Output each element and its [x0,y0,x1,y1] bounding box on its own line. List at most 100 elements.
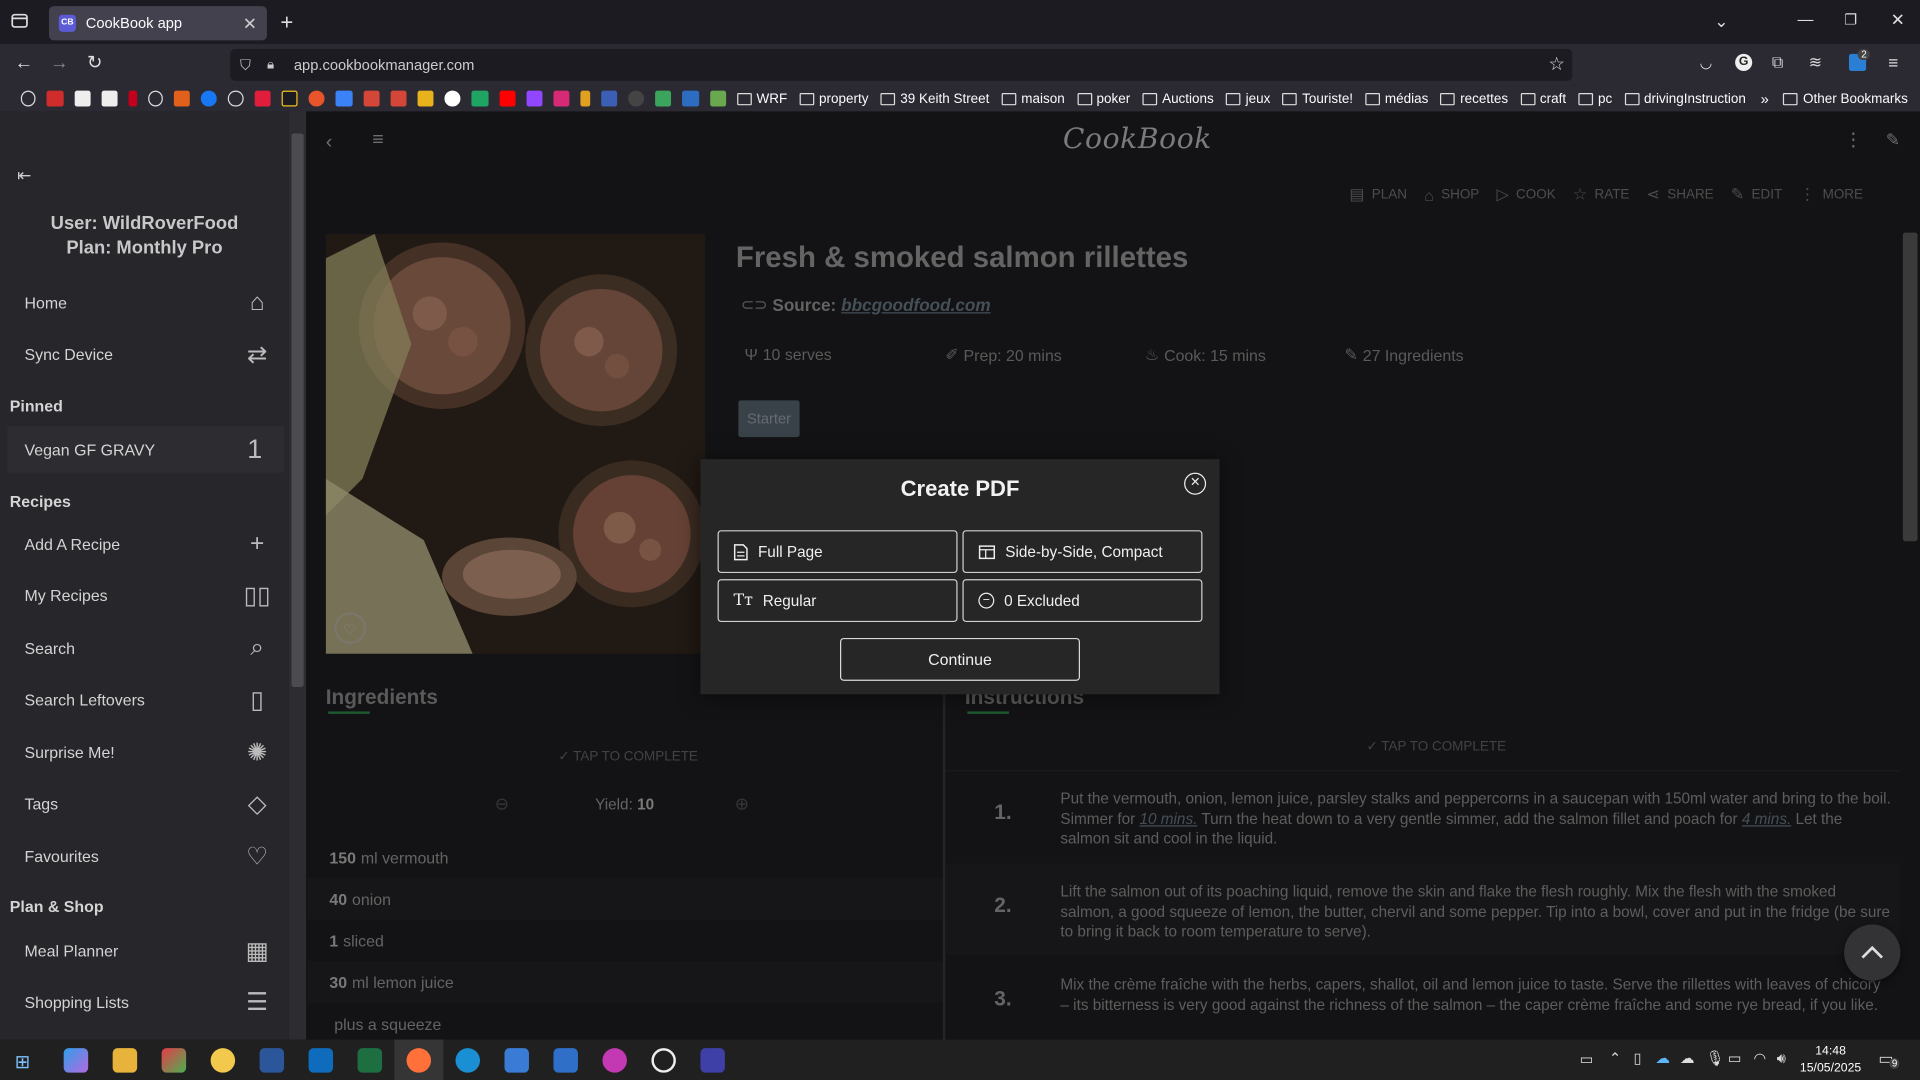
bookmark-folder[interactable]: drivingInstruction [1624,91,1746,106]
bookmark-blue-icon[interactable] [336,90,353,107]
extensions-icon[interactable]: ⧉ [1772,53,1783,73]
restore-icon[interactable]: ❐ [1844,11,1857,28]
bookmark-folder[interactable]: 39 Keith Street [880,91,989,106]
pocket-icon[interactable]: ◡ [1700,54,1713,71]
outlook-icon[interactable] [308,1048,334,1073]
m365-icon[interactable] [161,1048,187,1073]
windows-start-icon[interactable]: ⊞ [15,1051,30,1073]
bookmark-folder[interactable]: recettes [1440,91,1508,106]
window-close-icon[interactable]: ✕ [1891,10,1905,31]
bookmark-folder[interactable]: WRF [736,91,787,106]
bookmark-imdb-icon[interactable] [281,90,298,107]
sidebar-item-add-a-recipe[interactable]: Add A Recipe + [0,520,289,567]
bookmark-folder[interactable]: craft [1520,91,1566,106]
sidebar-scroll-thumb[interactable] [291,133,304,687]
sidebar-item-sync-device[interactable]: Sync Device ⇄ [0,331,289,378]
sidebar-item-favourites[interactable]: Favourites ♡ [0,833,289,880]
tray-folder-icon[interactable]: ▭ [1580,1051,1594,1068]
bookmark-copy-icon[interactable] [709,90,726,107]
page-option-button[interactable]: Full Page [717,530,958,574]
pinned-item-vegan-gf-gravy[interactable]: Vegan GF GRAVY 1 [7,426,285,473]
twitch-icon[interactable] [526,90,543,107]
bookmark-star-icon[interactable]: ☆ [1548,49,1564,81]
new-tab-icon[interactable]: + [280,10,293,36]
battery-icon[interactable]: ▭ [1728,1049,1742,1066]
acrobat-icon[interactable] [46,90,64,107]
google-icon[interactable] [444,90,461,107]
bookmark-bar-chart-icon[interactable] [580,90,590,107]
app-icon[interactable] [700,1048,725,1073]
bookmark-folder[interactable]: Auctions [1142,91,1214,106]
excluded-option-button[interactable]: − 0 Excluded [962,579,1203,623]
wifi-icon[interactable]: ◠ [1753,1049,1766,1066]
back-icon[interactable]: ← [15,53,33,74]
app-menu-icon[interactable]: ≡ [1888,53,1898,73]
bookmark-folder[interactable]: maison [1001,91,1065,106]
google-drive-icon[interactable] [472,90,489,107]
reload-icon[interactable]: ↻ [87,51,102,74]
bookmark-folder[interactable]: jeux [1226,91,1270,106]
sidebar-item-search-leftovers[interactable]: Search Leftovers ▯ [0,677,289,724]
edge-icon[interactable] [455,1048,480,1073]
netflix-icon[interactable] [128,90,137,107]
font-option-button[interactable]: Tт Regular [717,579,958,623]
tray-expand-icon[interactable]: ⌃ [1609,1049,1621,1066]
minimize-icon[interactable]: — [1798,10,1814,28]
word-icon[interactable] [259,1048,285,1073]
onedrive-personal-icon[interactable]: ☁ [1680,1049,1695,1066]
continue-button[interactable]: Continue [840,637,1080,681]
sidebar-item-meal-planner[interactable]: Meal Planner ▦ [0,927,289,974]
globe-icon[interactable] [147,90,163,107]
feed-icon[interactable]: ≋ [1809,53,1822,73]
bookmark-red-icon[interactable] [308,90,326,107]
sidebar-item-search[interactable]: Search ⌕ [0,624,289,671]
bookmark-scan-icon[interactable] [682,90,699,107]
excel-icon[interactable] [357,1048,383,1073]
sidebar-item-my-recipes[interactable]: My Recipes ▯▯ [0,572,289,619]
sidebar-item-tags[interactable]: Tags ◇ [0,781,289,828]
gmail-icon[interactable] [390,90,407,107]
youtube-icon[interactable] [499,90,516,107]
globe-icon[interactable] [20,90,36,107]
onedrive-icon[interactable]: ☁ [1656,1049,1671,1066]
bookmark-w-icon[interactable] [173,90,190,107]
amazon-icon[interactable] [74,90,91,107]
chrome-canary-icon[interactable] [210,1048,236,1073]
bookmark-grid-icon[interactable] [601,90,618,107]
tab-list-icon[interactable] [11,12,28,33]
bookmark-folder[interactable]: poker [1076,91,1130,106]
media-icon[interactable] [602,1048,627,1073]
facebook-icon[interactable] [201,90,218,107]
layout-option-button[interactable]: Side-by-Side, Compact [962,530,1203,574]
bookmark-pinwheel-icon[interactable] [417,90,434,107]
sidebar-item-home[interactable]: Home ⌂ [0,279,289,326]
grammarly-icon[interactable]: G [1735,53,1753,72]
list-all-tabs-icon[interactable]: ⌄ [1714,11,1728,32]
close-modal-icon[interactable]: ✕ [1184,472,1207,495]
sidebar-item-shopping-lists[interactable]: Shopping Lists ☰ [0,979,289,1026]
amazon-icon[interactable] [101,90,118,107]
shield-icon[interactable]: ⛉ [240,49,251,81]
other-bookmarks-folder[interactable]: Other Bookmarks [1783,91,1908,106]
bookmark-dark-icon[interactable] [628,90,645,107]
forward-icon[interactable]: → [50,53,68,74]
gmail-icon[interactable] [363,90,380,107]
globe-icon[interactable] [228,90,244,107]
sidebar-item-surprise-me[interactable]: Surprise Me! ✺ [0,729,289,776]
scroll-to-top-button[interactable] [1844,924,1901,981]
url-field[interactable]: ⛉ 🔒︎ app.cookbookmanager.com ☆ [230,48,1573,81]
system-clock[interactable]: 14:48 15/05/2025 [1800,1043,1861,1077]
bookmark-folder[interactable]: Touriste! [1282,91,1353,106]
bookmark-folder[interactable]: pc [1578,91,1612,106]
bookmark-c-icon[interactable] [254,90,271,107]
bookmark-folder[interactable]: property [799,91,868,106]
close-tab-icon[interactable]: ✕ [243,13,257,34]
volume-icon[interactable]: 🔊︎ [1777,1049,1786,1067]
instagram-icon[interactable] [553,90,570,107]
microphone-icon[interactable]: 🎙︎ [1706,1049,1725,1066]
firefox-icon[interactable] [406,1048,432,1073]
file-explorer-icon[interactable] [112,1048,138,1073]
tray-device-icon[interactable]: ▯ [1633,1049,1641,1066]
browser-tab[interactable]: CB CookBook app ✕ [48,6,267,41]
more-bookmarks-icon[interactable]: » [1761,90,1769,107]
